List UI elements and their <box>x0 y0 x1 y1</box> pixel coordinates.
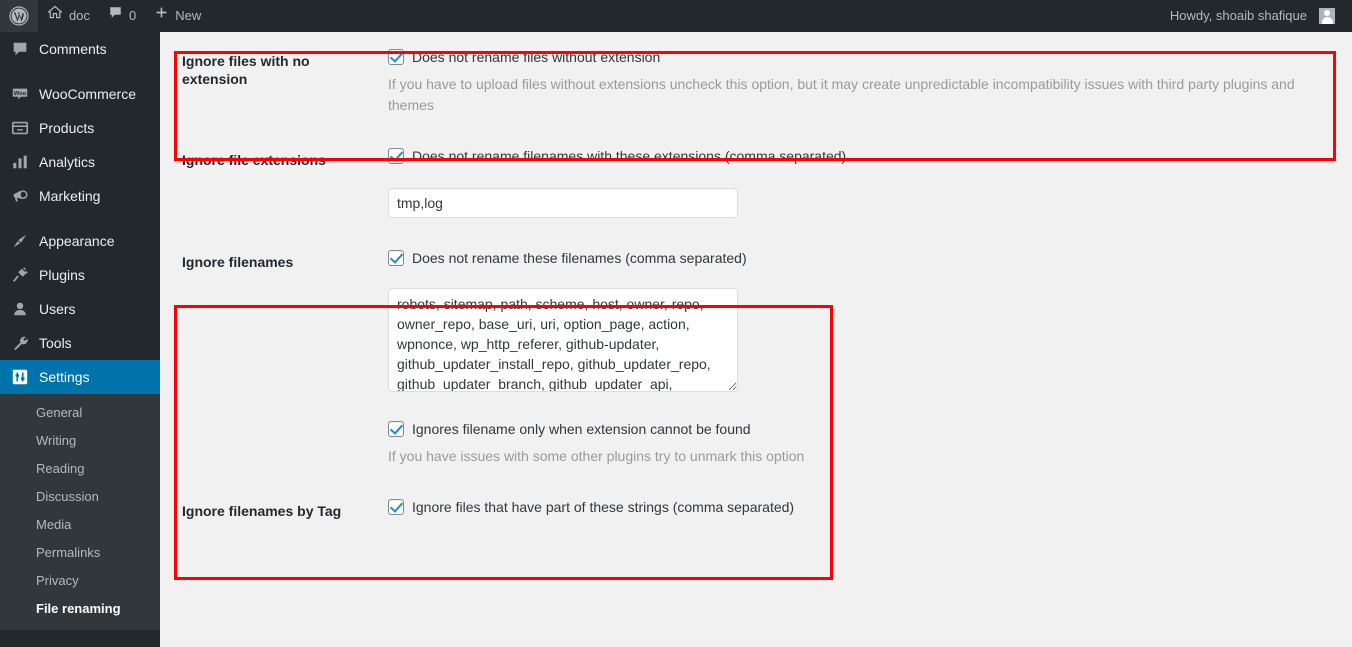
sidebar-item-label: Plugins <box>39 267 85 283</box>
home-icon <box>47 0 63 32</box>
submenu-item-general[interactable]: General <box>0 399 160 427</box>
ignore-file-extensions-checkbox[interactable] <box>388 148 404 164</box>
sidebar-item-label: Marketing <box>39 188 101 204</box>
submenu-item-permalinks[interactable]: Permalinks <box>0 539 160 567</box>
admin-sidebar-menu: Comments Woo WooCommerce Products Analyt… <box>0 32 168 647</box>
settings-submenu: General Writing Reading Discussion Media… <box>0 394 160 630</box>
submenu-item-file-renaming[interactable]: File renaming <box>0 595 160 623</box>
avatar <box>1319 8 1335 24</box>
svg-text:Woo: Woo <box>14 91 27 97</box>
ignore-filenames-checkbox[interactable] <box>388 250 404 266</box>
checkbox-label: Does not rename files without extension <box>412 49 661 65</box>
submenu-item-writing[interactable]: Writing <box>0 427 160 455</box>
comments-count: 0 <box>128 8 137 23</box>
sidebar-item-settings[interactable]: Settings <box>0 360 168 394</box>
sidebar-item-marketing[interactable]: Marketing <box>0 179 160 213</box>
admin-bar: doc 0 New Howdy, shoaib shafique <box>0 0 1352 32</box>
file-renaming-form-table: Ignore files with no extension Does not … <box>160 32 1352 540</box>
menu-separator <box>0 66 160 77</box>
checkbox-label: Ignore files that have part of these str… <box>412 499 795 515</box>
comment-bubble-icon <box>108 0 123 32</box>
checkbox-label: Ignores filename only when extension can… <box>412 421 751 437</box>
products-icon <box>10 118 30 138</box>
megaphone-icon <box>10 186 30 206</box>
sidebar-item-tools[interactable]: Tools <box>0 326 160 360</box>
ignore-filenames-textarea[interactable] <box>388 288 738 392</box>
admin-bar-left: doc 0 New <box>0 0 210 32</box>
sidebar-item-plugins[interactable]: Plugins <box>0 258 160 292</box>
row-ignore-files-with-no-extension: Ignore files with no extension Does not … <box>160 32 1352 131</box>
row-field: Ignore files that have part of these str… <box>388 482 1352 532</box>
checkbox-row: Ignore files that have part of these str… <box>388 497 1342 517</box>
my-account-menu[interactable]: Howdy, shoaib shafique <box>1161 0 1344 32</box>
row-field: Does not rename files without extension … <box>388 32 1352 131</box>
sidebar-item-label: Appearance <box>39 233 115 249</box>
submenu-item-reading[interactable]: Reading <box>0 455 160 483</box>
paintbrush-icon <box>10 231 30 251</box>
row-field: Does not rename these filenames (comma s… <box>388 233 1352 482</box>
settings-content-area: Ignore files with no extension Does not … <box>160 32 1352 647</box>
sidebar-item-comments[interactable]: Comments <box>0 32 160 66</box>
row-field: Does not rename filenames with these ext… <box>388 131 1352 233</box>
sidebar-item-appearance[interactable]: Appearance <box>0 224 160 258</box>
row-ignore-filenames-by-tag: Ignore filenames by Tag Ignore files tha… <box>160 482 1352 540</box>
new-content-label: New <box>175 8 202 23</box>
checkbox-label: Does not rename these filenames (comma s… <box>412 250 747 266</box>
field-description: If you have issues with some other plugi… <box>388 448 805 464</box>
row-title: Ignore filenames by Tag <box>182 503 342 519</box>
ignore-filenames-sub-option: Ignores filename only when extension can… <box>388 419 1342 467</box>
submenu-item-discussion[interactable]: Discussion <box>0 483 160 511</box>
new-content-menu[interactable]: New <box>145 0 210 32</box>
plus-icon <box>154 0 169 32</box>
sidebar-item-label: Settings <box>39 369 90 385</box>
ignores-filename-only-checkbox[interactable] <box>388 421 404 437</box>
site-name-label: doc <box>69 8 90 23</box>
submenu-item-media[interactable]: Media <box>0 511 160 539</box>
user-icon <box>10 299 30 319</box>
comments-bubble-link[interactable]: 0 <box>99 0 145 32</box>
sidebar-item-users[interactable]: Users <box>0 292 160 326</box>
row-title: Ignore files with no extension <box>182 53 310 88</box>
sidebar-item-label: Products <box>39 120 95 136</box>
sliders-icon <box>10 367 30 387</box>
sidebar-item-label: Users <box>39 301 76 317</box>
sidebar-item-analytics[interactable]: Analytics <box>0 145 160 179</box>
sidebar-item-label: Comments <box>39 41 107 57</box>
sidebar-item-label: Tools <box>39 335 72 351</box>
checkbox-row: Does not rename filenames with these ext… <box>388 146 1342 166</box>
wp-logo-menu[interactable] <box>0 0 38 32</box>
site-name-menu[interactable]: doc <box>38 0 99 32</box>
field-description: If you have to upload files without exte… <box>388 76 1295 113</box>
ignore-filenames-by-tag-checkbox[interactable] <box>388 499 404 515</box>
checkbox-row: Does not rename files without extension <box>388 47 1342 67</box>
row-title: Ignore filenames <box>182 254 294 270</box>
checkbox-row: Ignores filename only when extension can… <box>388 419 1342 439</box>
sidebar-item-products[interactable]: Products <box>0 111 160 145</box>
sidebar-item-label: Analytics <box>39 154 96 170</box>
row-ignore-filenames: Ignore filenames Does not rename these f… <box>160 233 1352 482</box>
woocommerce-icon: Woo <box>10 84 30 104</box>
row-ignore-file-extensions: Ignore file extensions Does not rename f… <box>160 131 1352 233</box>
submenu-item-privacy[interactable]: Privacy <box>0 567 160 595</box>
wrench-icon <box>10 333 30 353</box>
analytics-bars-icon <box>10 152 30 172</box>
checkbox-label: Does not rename filenames with these ext… <box>412 148 847 164</box>
sidebar-item-label: WooCommerce <box>39 86 136 102</box>
menu-separator <box>0 213 160 224</box>
comment-bubble-icon <box>10 39 30 59</box>
wordpress-logo-icon <box>9 6 29 26</box>
checkbox-row: Does not rename these filenames (comma s… <box>388 248 1342 268</box>
sidebar-item-woocommerce[interactable]: Woo WooCommerce <box>0 77 160 111</box>
row-title: Ignore file extensions <box>182 152 326 168</box>
howdy-label: Howdy, shoaib shafique <box>1169 8 1307 23</box>
ignore-file-extensions-input[interactable] <box>388 188 738 218</box>
ignore-no-extension-checkbox[interactable] <box>388 49 404 65</box>
plug-icon <box>10 265 30 285</box>
